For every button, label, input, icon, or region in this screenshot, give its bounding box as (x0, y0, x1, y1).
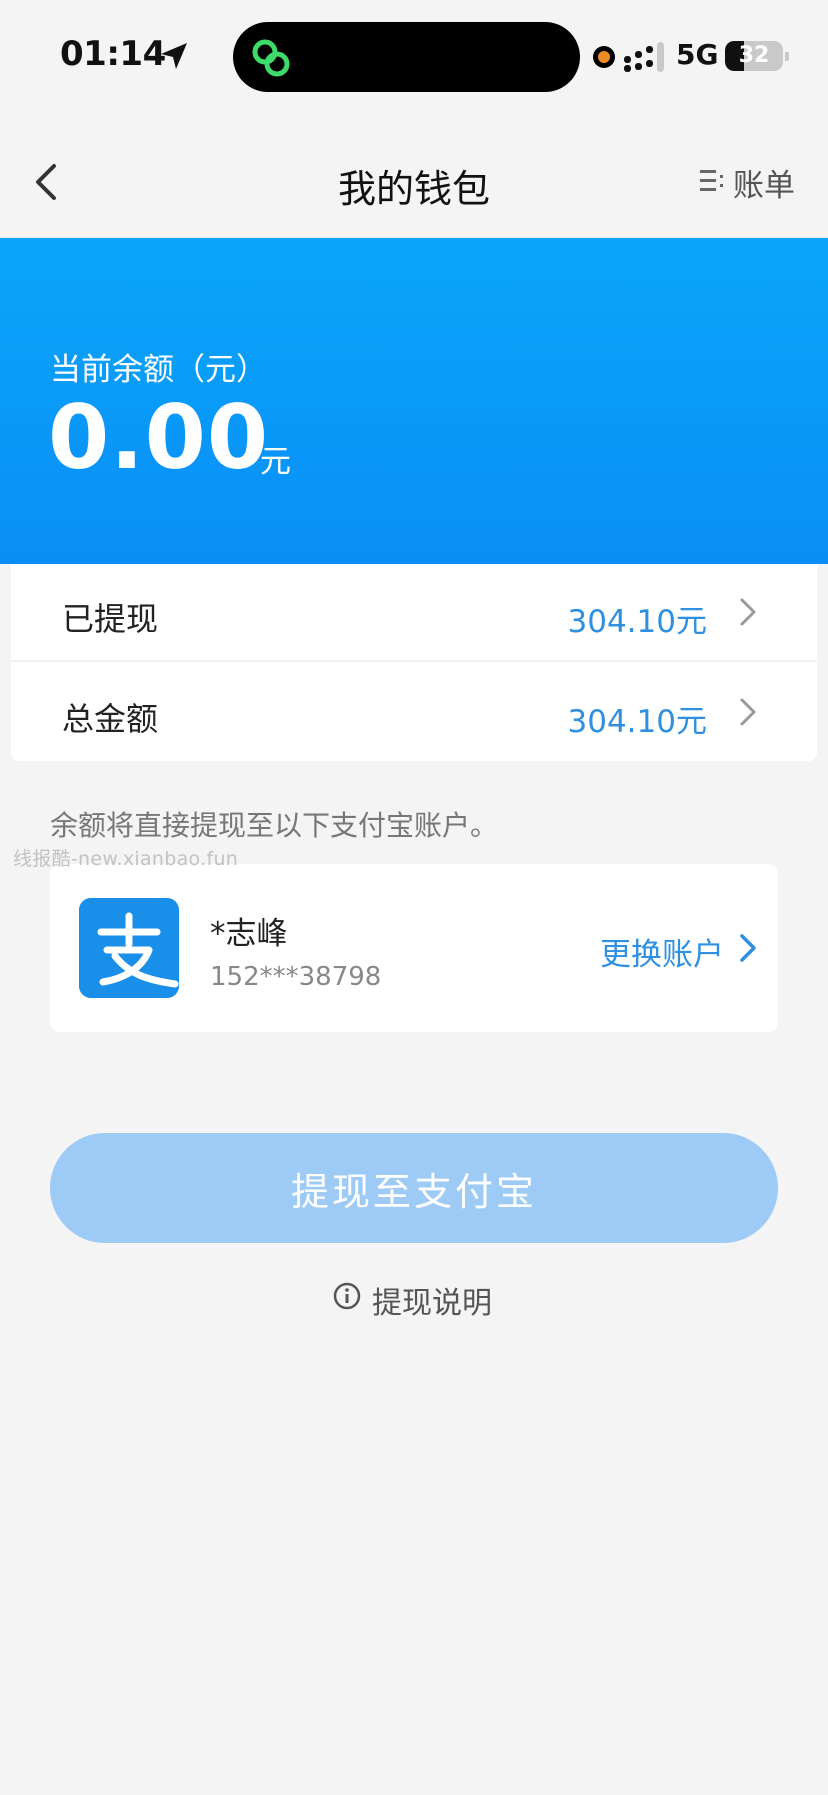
list-icon[interactable] (698, 166, 726, 196)
recording-indicator-icon (593, 46, 615, 68)
chevron-right-icon (740, 698, 756, 726)
withdraw-info-link[interactable]: 提现说明 (372, 1278, 492, 1322)
network-type: 5G (676, 38, 719, 71)
summary-card: 已提现 304.10元 总金额 304.10元 (11, 564, 817, 761)
total-amount-label: 总金额 (62, 700, 159, 738)
status-time: 01:14 (60, 34, 166, 74)
total-amount-value: 304.10元 (567, 704, 707, 740)
balance-value: 0.00 (48, 386, 270, 489)
total-amount-row[interactable]: 总金额 304.10元 (11, 664, 817, 760)
alipay-logo-icon (79, 898, 179, 998)
link-app-icon (252, 39, 290, 77)
chevron-right-icon[interactable] (739, 932, 757, 964)
watermark-text: 线报酷-new.xianbao.fun (13, 848, 239, 870)
signal-icon (624, 42, 664, 72)
page-title: 我的钱包 (337, 167, 490, 211)
battery-icon: 32 (725, 41, 783, 71)
chevron-right-icon (740, 598, 756, 626)
balance-unit: 元 (260, 444, 291, 480)
account-phone: 152***38798 (210, 962, 382, 992)
back-chevron-icon[interactable] (28, 158, 64, 206)
bill-button[interactable]: 账单 (733, 160, 795, 205)
balance-label: 当前余额（元） (50, 352, 267, 388)
battery-nub (785, 52, 789, 61)
withdraw-to-alipay-button[interactable]: 提现至支付宝 (50, 1133, 778, 1243)
withdraw-note: 余额将直接提现至以下支付宝账户。 (50, 809, 499, 842)
account-name: *志峰 (210, 916, 288, 952)
location-arrow-icon (161, 43, 187, 69)
info-icon[interactable] (333, 1282, 361, 1310)
change-account-button[interactable]: 更换账户 (600, 929, 724, 974)
battery-percent: 32 (738, 43, 770, 68)
withdrawn-row[interactable]: 已提现 304.10元 (11, 564, 817, 662)
withdrawn-label: 已提现 (62, 600, 159, 638)
withdrawn-value: 304.10元 (567, 604, 707, 640)
